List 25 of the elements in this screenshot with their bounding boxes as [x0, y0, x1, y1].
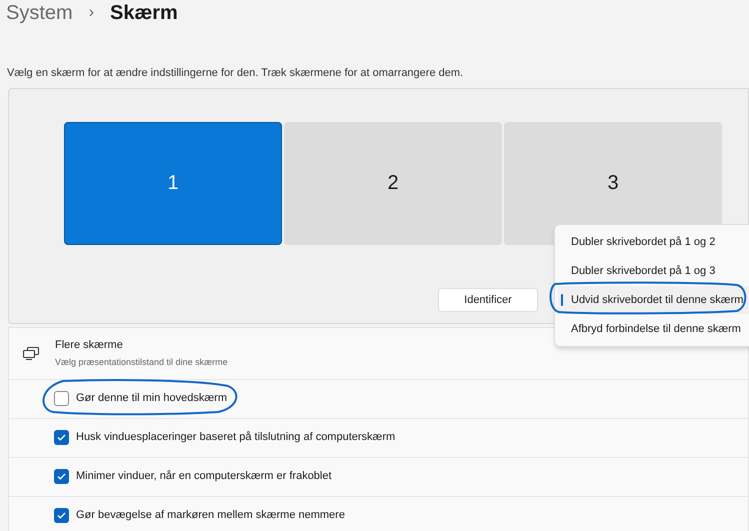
checkmark-icon	[57, 512, 66, 519]
identify-button[interactable]: Identificer	[438, 288, 538, 312]
description: Vælg en skærm for at ændre indstillingerne for den. Træk skærmene for at omarrangere dem.	[7, 66, 464, 81]
section-title: Flere skærme	[55, 338, 124, 353]
checkbox[interactable]	[54, 430, 69, 445]
checkmark-icon	[57, 473, 66, 480]
page-title: Skærm	[110, 3, 178, 23]
breadcrumb-parent[interactable]: System	[6, 3, 73, 23]
monitors-icon	[23, 346, 39, 360]
section-subtitle: Vælg præsentationstilstand til dine skærme	[55, 356, 228, 369]
checkmark-icon	[57, 434, 66, 441]
option-label: Gør bevægelse af markøren mellem skærme nemmere	[76, 508, 345, 524]
checkbox[interactable]	[54, 469, 69, 484]
option-label: Gør denne til min hovedskærm	[76, 391, 227, 406]
checkbox[interactable]	[54, 391, 69, 406]
menu-item[interactable]: Afbryd forbindelse til denne skærm	[558, 315, 749, 343]
selection-indicator	[561, 294, 563, 306]
monitor-tile[interactable]: 1	[64, 122, 282, 244]
option-label: Minimer vinduer, når en computerskærm er frakoblet	[76, 469, 332, 484]
breadcrumb-separator: ›	[88, 5, 94, 21]
option-label: Husk vinduesplaceringer baseret på tilslutning af computerskærm	[76, 430, 396, 446]
menu-item[interactable]: Dubler skrivebordet på 1 og 3	[558, 257, 749, 285]
menu-item[interactable]: Udvid skrivebordet til denne skærm	[558, 286, 749, 314]
checkbox[interactable]	[54, 508, 69, 523]
monitor-tile[interactable]: 2	[284, 122, 502, 244]
